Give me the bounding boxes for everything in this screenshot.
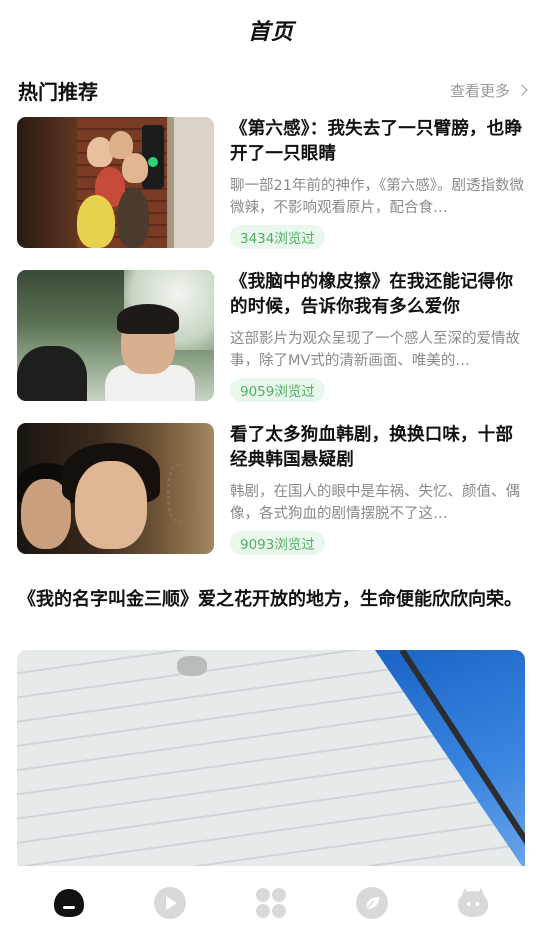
article-title: 看了太多狗血韩剧，换换口味，十部经典韩国悬疑剧 <box>230 425 514 470</box>
bottom-tab-bar <box>0 867 542 951</box>
article-card[interactable]: 《第六感》：我失去了一只臂膀，也睁开了一只眼睛 聊一部21年前的神作，《第六感》… <box>17 117 526 249</box>
article-description: 韩剧，在国人的眼中是车祸、失忆、颜值、偶像，各式狗血的剧情摆脱不了这… <box>230 484 520 522</box>
feature-article-image[interactable] <box>17 650 525 866</box>
article-thumbnail <box>17 270 214 401</box>
view-count-badge: 3434浏览过 <box>230 225 325 249</box>
section-title: 热门推荐 <box>18 79 98 104</box>
article-card[interactable]: 《我脑中的橡皮擦》在我还能记得你的时候，告诉你我有多么爱你 这部影片为观众呈现了… <box>17 270 526 402</box>
article-description: 这部影片为观众呈现了一个感人至深的爱情故事，除了MV式的清新画面、唯美的… <box>230 331 520 369</box>
tab-discover[interactable] <box>352 883 392 923</box>
article-thumbnail <box>17 423 214 554</box>
tab-profile[interactable] <box>453 883 493 923</box>
header: 首页 <box>0 0 542 60</box>
see-more-label: 查看更多 <box>449 81 510 100</box>
tab-video[interactable] <box>150 883 190 923</box>
profile-icon <box>458 888 489 917</box>
tab-category[interactable] <box>251 883 291 923</box>
grid-icon <box>255 888 286 918</box>
article-title: 《我脑中的橡皮擦》在我还能记得你的时候，告诉你我有多么爱你 <box>230 272 514 317</box>
article-title: 《第六感》：我失去了一只臂膀，也睁开了一只眼睛 <box>230 119 523 164</box>
article-card[interactable]: 看了太多狗血韩剧，换换口味，十部经典韩国悬疑剧 韩剧，在国人的眼中是车祸、失忆、… <box>17 423 526 555</box>
article-description: 聊一部21年前的神作，《第六感》。剧透指数微微辣，不影响观看原片，配合食… <box>230 178 524 216</box>
article-thumbnail <box>17 117 214 248</box>
home-icon <box>53 889 84 917</box>
tab-home[interactable] <box>49 883 89 923</box>
view-count-badge: 9059浏览过 <box>230 378 325 402</box>
feature-article-title[interactable]: 《我的名字叫金三顺》爱之花开放的地方，生命便能欣欣向荣。 <box>18 586 524 614</box>
play-icon <box>153 887 186 919</box>
see-more-link[interactable]: 查看更多 <box>449 80 528 101</box>
hot-section-header: 热门推荐 查看更多 <box>18 72 528 108</box>
chevron-right-icon <box>516 84 528 96</box>
page-title: 首页 <box>247 20 294 45</box>
leaf-icon <box>356 887 389 919</box>
view-count-badge: 9093浏览过 <box>230 531 325 555</box>
